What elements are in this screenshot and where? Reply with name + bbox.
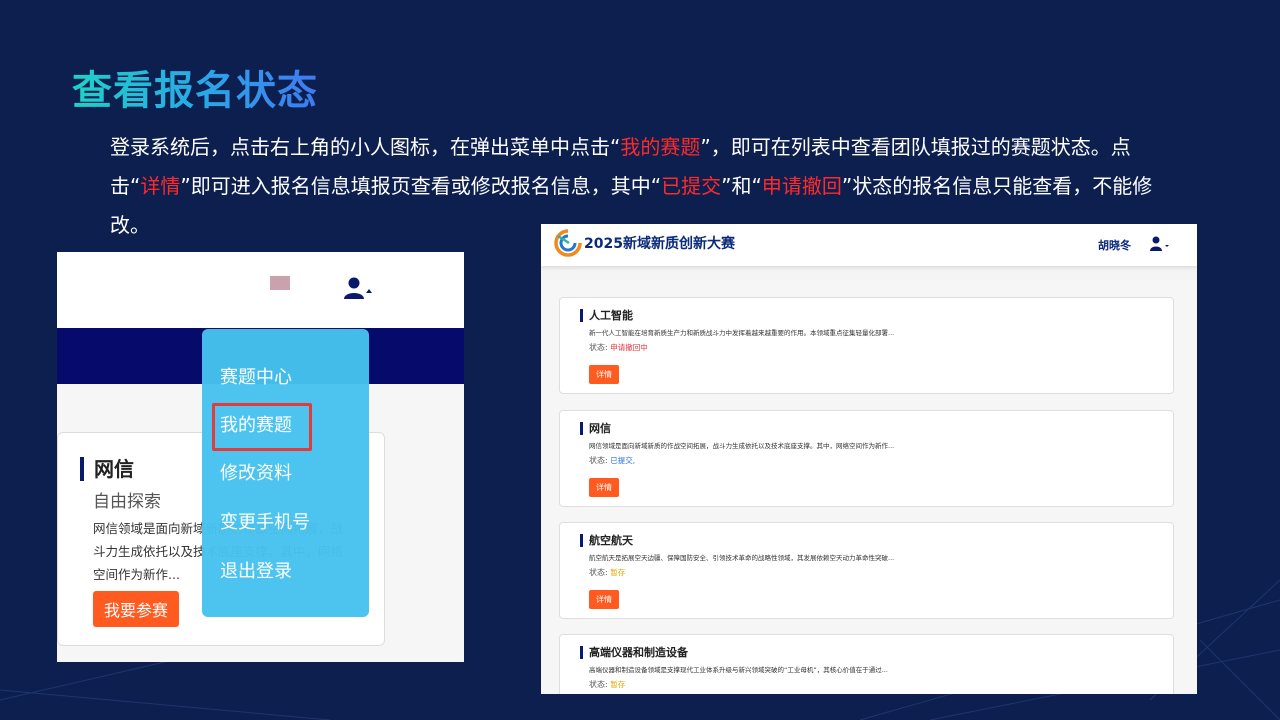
desc-highlight-withdraw: 申请撤回 <box>761 174 842 198</box>
desc-highlight-submitted: 已提交 <box>661 174 722 198</box>
topic-card: 人工智能 新一代人工智能在培育新质生产力和新质战斗力中发挥着越来越重要的作用。本… <box>559 297 1174 394</box>
slide-title: 查看报名状态 <box>72 58 318 116</box>
status-value: 已提交, <box>610 456 636 465</box>
desc-text: ”即可进入报名信息填报页查看或修改报名信息，其中“ <box>180 174 662 198</box>
caret-up-icon <box>366 289 372 293</box>
card-title: 网信 <box>580 422 611 435</box>
user-icon[interactable] <box>343 277 373 301</box>
card-description: 航空航天是拓展空天边疆、保障国防安全、引领技术革命的战略性领域，其发展依赖空天动… <box>589 554 895 562</box>
left-header <box>57 252 464 328</box>
card-description: 新一代人工智能在培育新质生产力和新质战斗力中发挥着越来越重要的作用。本领域重点征… <box>589 329 895 337</box>
desc-text: ”和“ <box>721 174 762 198</box>
card-title: 网信 <box>80 457 134 481</box>
status-value: 暂存 <box>610 680 626 689</box>
desc-highlight-my-topics: 我的赛题 <box>620 135 701 159</box>
join-button[interactable]: 我要参赛 <box>93 591 179 627</box>
detail-button[interactable]: 详情 <box>589 478 619 497</box>
topic-card: 网信 网信领域是面向新域新质的作战空间拓展，战斗力生成依托以及技术底座支撑。其中… <box>559 410 1174 507</box>
status-value: 暂存 <box>610 568 626 577</box>
detail-button[interactable]: 详情 <box>589 365 619 384</box>
left-screenshot: 网信 自由探索 网信领域是面向新域新质的作战空间拓展，战斗力生成依托以及技术底座… <box>57 252 464 662</box>
card-description: 网信领域是面向新域新质的作战空间拓展，战斗力生成依托以及技术底座支撑。其中，网络… <box>589 442 895 450</box>
status-label: 状态: <box>589 343 608 352</box>
right-screenshot: 2025新域新质创新大赛 胡晓冬 人工智能 新一代人工智能在培育新质生产力和新质… <box>541 224 1197 694</box>
username: 胡晓冬 <box>1098 239 1131 252</box>
card-status: 状态: 暂存 <box>589 679 625 690</box>
card-title: 高端仪器和制造设备 <box>580 646 688 659</box>
right-header: 2025新域新质创新大赛 胡晓冬 <box>541 224 1197 266</box>
desc-text: 登录系统后，点击右上角的小人图标，在弹出菜单中点击“ <box>110 135 621 159</box>
caret-down-icon <box>1165 245 1169 247</box>
topic-card: 高端仪器和制造设备 高端仪器和制造设备领域是支撑现代工业体系升级与新兴领域突破的… <box>559 634 1174 694</box>
menu-item-logout[interactable]: 退出登录 <box>220 560 292 584</box>
highlight-box <box>212 403 312 451</box>
status-label: 状态: <box>589 456 608 465</box>
desc-highlight-details: 详情 <box>140 174 181 198</box>
status-value: 申请撤回中 <box>610 343 648 352</box>
card-title: 人工智能 <box>580 309 633 322</box>
menu-item-edit-profile[interactable]: 修改资料 <box>220 462 292 486</box>
status-label: 状态: <box>589 568 608 577</box>
card-status: 状态: 申请撤回中 <box>589 342 648 353</box>
card-description: 高端仪器和制造设备领域是支撑现代工业体系升级与新兴领域突破的“工业母机”，其核心… <box>589 666 888 674</box>
user-dropdown-menu: 赛题中心 我的赛题 修改资料 变更手机号 退出登录 <box>202 329 369 617</box>
detail-button[interactable]: 详情 <box>589 590 619 609</box>
user-icon[interactable] <box>1149 236 1171 252</box>
card-title: 航空航天 <box>580 534 633 547</box>
menu-item-change-phone[interactable]: 变更手机号 <box>220 511 310 535</box>
status-label: 状态: <box>589 680 608 689</box>
header-thumbnail <box>270 276 290 290</box>
brand-title: 2025新域新质创新大赛 <box>584 236 735 252</box>
menu-item-topic-center[interactable]: 赛题中心 <box>220 366 292 390</box>
logo-icon <box>554 229 582 257</box>
topic-list: 人工智能 新一代人工智能在培育新质生产力和新质战斗力中发挥着越来越重要的作用。本… <box>541 280 1197 694</box>
card-subtitle: 自由探索 <box>93 492 161 512</box>
topic-card: 航空航天 航空航天是拓展空天边疆、保障国防安全、引领技术革命的战略性领域，其发展… <box>559 522 1174 619</box>
card-status: 状态: 暂存 <box>589 567 625 578</box>
card-status: 状态: 已提交, <box>589 455 635 466</box>
